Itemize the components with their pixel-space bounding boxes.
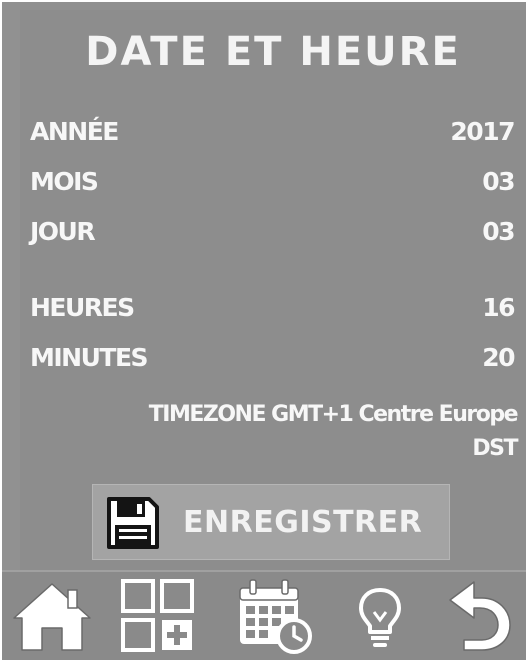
floppy-disk-icon (107, 497, 159, 549)
nav-bulb-button[interactable] (332, 572, 428, 660)
light-bulb-icon (359, 588, 401, 647)
back-arrow-icon (449, 581, 511, 651)
home-icon (13, 583, 91, 651)
hours-row[interactable]: HEURES 16 (30, 290, 515, 326)
month-value[interactable]: 03 (482, 164, 515, 200)
month-label: MOIS (30, 167, 99, 196)
minutes-row[interactable]: MINUTES 20 (30, 340, 515, 376)
nav-home-button[interactable] (6, 572, 102, 660)
month-row[interactable]: MOIS 03 (30, 164, 515, 200)
year-value[interactable]: 2017 (450, 114, 515, 150)
grid-add-icon (121, 579, 194, 652)
year-label: ANNÉE (30, 117, 119, 146)
nav-back-button[interactable] (430, 572, 526, 660)
nav-calendar-button[interactable] (226, 572, 322, 660)
year-row[interactable]: ANNÉE 2017 (30, 114, 515, 150)
calendar-clock-icon (239, 579, 312, 654)
save-button-label: ENREGISTRER (183, 505, 423, 540)
day-row[interactable]: JOUR 03 (30, 214, 515, 250)
date-time-panel: DATE ET HEURE ANNÉE 2017 MOIS 03 JOUR 03… (20, 10, 526, 572)
timezone-label: TIMEZONE GMT+1 Centre Europe (148, 402, 519, 427)
hours-label: HEURES (30, 293, 135, 322)
day-value[interactable]: 03 (482, 214, 515, 250)
bottom-nav-bar (2, 570, 526, 660)
hours-value[interactable]: 16 (482, 290, 515, 326)
dst-label: DST (472, 436, 518, 461)
screen: DATE ET HEURE ANNÉE 2017 MOIS 03 JOUR 03… (2, 2, 526, 660)
nav-grid-button[interactable] (112, 572, 208, 660)
timezone-selector[interactable]: TIMEZONE GMT+1 Centre Europe DST (40, 398, 519, 466)
day-label: JOUR (30, 217, 96, 246)
minutes-label: MINUTES (30, 343, 149, 372)
page-title: DATE ET HEURE (85, 29, 461, 75)
minutes-value[interactable]: 20 (482, 340, 515, 376)
save-button[interactable]: ENREGISTRER (92, 484, 450, 560)
